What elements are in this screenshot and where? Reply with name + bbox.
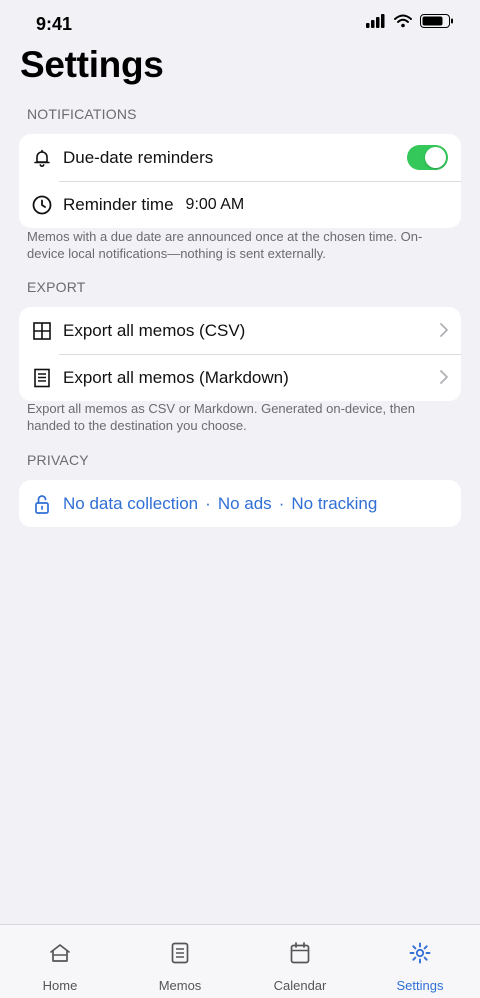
status-bar: 9:41 [0, 0, 480, 50]
export-csv-row[interactable]: Export all memos (CSV) [19, 307, 461, 354]
status-time: 9:41 [36, 14, 73, 34]
bell-icon [31, 147, 53, 169]
export-markdown-label: Export all memos (Markdown) [63, 367, 289, 387]
cellular-signal-icon [366, 14, 385, 28]
unlocked-padlock-icon [31, 493, 53, 515]
calendar-icon [288, 941, 312, 965]
toggle-knob [425, 147, 446, 168]
notifications-card: Due-date reminders Reminder time 9:00 AM [19, 134, 461, 228]
notifications-section-header: NOTIFICATIONS [27, 106, 137, 122]
table-grid-icon [31, 320, 53, 342]
home-icon [48, 941, 72, 965]
privacy-separator: · [205, 493, 211, 513]
export-section-header: EXPORT [27, 279, 86, 295]
chevron-right-icon [440, 370, 448, 384]
settings-icon [408, 941, 432, 965]
page-title: Settings [20, 44, 164, 85]
privacy-separator: · [278, 493, 285, 513]
privacy-section-header: PRIVACY [27, 452, 89, 468]
due-date-reminders-row[interactable]: Due-date reminders [19, 134, 461, 181]
tab-calendar[interactable]: Calendar [240, 925, 360, 998]
reminder-time-label: Reminder time [63, 194, 174, 214]
export-csv-label: Export all memos (CSV) [63, 320, 246, 340]
tab-settings[interactable]: Settings [360, 925, 480, 998]
export-markdown-row[interactable]: Export all memos (Markdown) [19, 354, 461, 401]
due-date-reminders-toggle[interactable] [407, 145, 448, 170]
due-date-reminders-label: Due-date reminders [63, 147, 214, 167]
tab-memos-label: Memos [158, 978, 202, 993]
memos-icon [168, 941, 192, 965]
tab-bar: Home Memos Calendar Settings [0, 924, 480, 998]
privacy-row: No data collection · No ads · No trackin… [19, 480, 461, 527]
privacy-no-tracking: No tracking [291, 493, 378, 513]
battery-icon [420, 14, 453, 28]
tab-home-label: Home [42, 978, 78, 993]
export-footnote: Export all memos as CSV or Markdown. Gen… [27, 401, 416, 433]
tab-settings-label: Settings [396, 978, 444, 993]
status-icons [366, 14, 454, 28]
wifi-icon [394, 14, 412, 28]
tab-home[interactable]: Home [0, 925, 120, 998]
export-card: Export all memos (CSV) Export all memos … [19, 307, 461, 401]
privacy-no-ads: No ads [217, 493, 272, 513]
privacy-no-data-collection: No data collection [63, 493, 199, 513]
clock-icon [31, 194, 53, 216]
reminder-time-value[interactable]: 9:00 AM [186, 196, 245, 214]
privacy-card: No data collection · No ads · No trackin… [19, 480, 461, 527]
chevron-right-icon [440, 323, 448, 337]
document-icon [31, 367, 53, 389]
notifications-footnote: Memos with a due date are announced once… [27, 229, 423, 261]
tab-calendar-label: Calendar [273, 978, 327, 993]
reminder-time-row[interactable]: Reminder time 9:00 AM [19, 181, 461, 228]
tab-memos[interactable]: Memos [120, 925, 240, 998]
